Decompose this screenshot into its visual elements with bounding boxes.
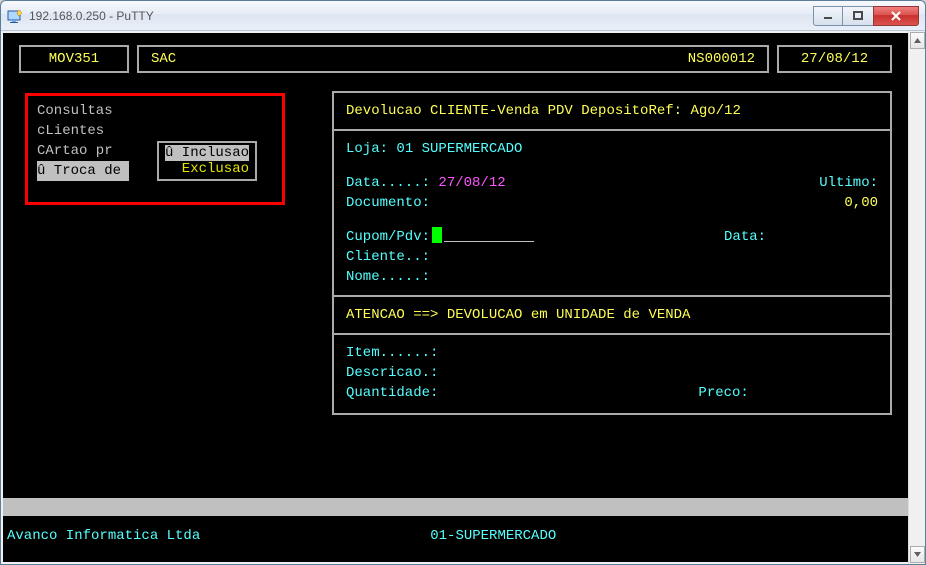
- header-date: 27/08/12: [777, 45, 892, 73]
- footer-company: Avanco Informatica Ltda: [7, 528, 200, 544]
- cupom-input[interactable]: [444, 227, 534, 242]
- cliente-label: Cliente..:: [346, 247, 430, 267]
- warn-text: ATENCAO ==> DEVOLUCAO em UNIDADE de VEND…: [346, 305, 878, 325]
- titlebar[interactable]: 192.168.0.250 - PuTTY: [1, 1, 925, 31]
- data-label: Data.....:: [346, 173, 430, 193]
- scroll-up-button[interactable]: [910, 32, 925, 49]
- close-button[interactable]: [873, 6, 919, 26]
- form-title: Devolucao CLIENTE-Venda PDV DepositoRef:…: [346, 101, 878, 121]
- menu-item[interactable]: Consultas: [37, 101, 129, 121]
- scroll-down-button[interactable]: [910, 546, 925, 563]
- nome-label: Nome.....:: [346, 267, 430, 287]
- footer-location: 01-SUPERMERCADO: [430, 528, 556, 544]
- minimize-button[interactable]: [813, 6, 843, 26]
- qtd-label: Quantidade:: [346, 383, 438, 403]
- documento-label: Documento:: [346, 193, 430, 213]
- cursor: [432, 227, 442, 243]
- ultimo-label: Ultimo:: [819, 173, 878, 193]
- form-panel: Devolucao CLIENTE-Venda PDV DepositoRef:…: [332, 91, 892, 415]
- header-bar: MOV351 SAC NS000012 27/08/12: [19, 45, 892, 73]
- window-controls: [813, 6, 919, 26]
- app-icon: [7, 8, 23, 24]
- documento-value: 0,00: [844, 193, 878, 213]
- submenu-item[interactable]: Exclusao: [165, 161, 249, 177]
- status-separator: [3, 498, 908, 516]
- data-value: 27/08/12: [438, 173, 505, 193]
- menu-item[interactable]: û Troca de: [37, 161, 129, 181]
- loja-label: Loja:: [346, 139, 388, 159]
- cupom-data-label: Data:: [724, 227, 766, 247]
- menu-item[interactable]: cLientes: [37, 121, 129, 141]
- main-menu: ConsultascLientesCArtao prû Troca de û I…: [37, 101, 129, 415]
- item-label: Item......:: [346, 343, 438, 363]
- vertical-scrollbar[interactable]: [908, 31, 925, 564]
- loja-value: 01 SUPERMERCADO: [396, 139, 522, 159]
- submenu-item[interactable]: û Inclusao: [165, 145, 249, 161]
- cupom-label: Cupom/Pdv:: [346, 227, 430, 247]
- menu-item[interactable]: CArtao pr: [37, 141, 129, 161]
- header-app: SAC NS000012: [137, 45, 769, 73]
- submenu: û Inclusao Exclusao: [157, 141, 257, 181]
- header-app-label: SAC: [151, 51, 176, 67]
- footer: Avanco Informatica Ltda 01-SUPERMERCADO: [3, 528, 908, 544]
- preco-label: Preco:: [698, 383, 748, 403]
- descr-label: Descricao.:: [346, 363, 438, 383]
- window-title: 192.168.0.250 - PuTTY: [29, 9, 813, 23]
- header-code: MOV351: [19, 45, 129, 73]
- client-area: MOV351 SAC NS000012 27/08/12 ConsultascL…: [1, 31, 925, 564]
- terminal[interactable]: MOV351 SAC NS000012 27/08/12 ConsultascL…: [3, 33, 908, 562]
- putty-window: 192.168.0.250 - PuTTY MOV351 SAC NS00001…: [0, 0, 926, 565]
- maximize-button[interactable]: [843, 6, 873, 26]
- header-session: NS000012: [688, 51, 755, 67]
